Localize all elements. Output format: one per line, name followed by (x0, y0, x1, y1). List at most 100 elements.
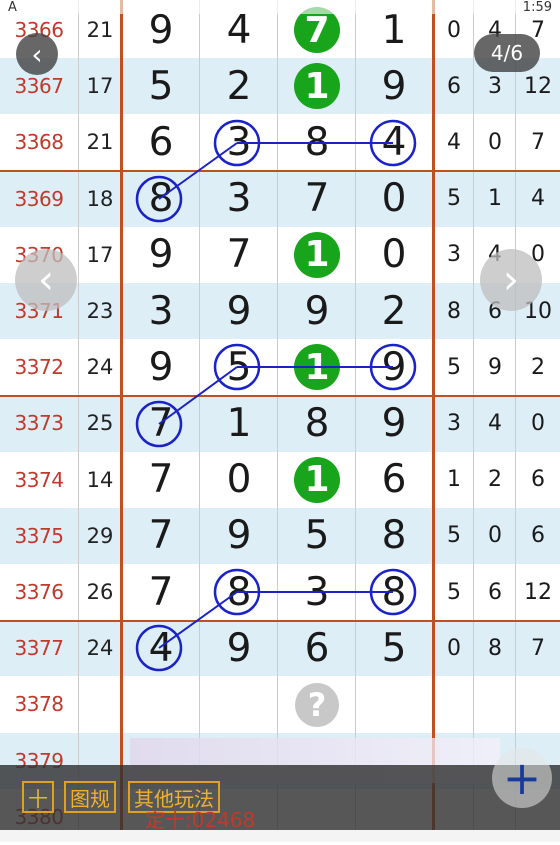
digit-cell: 5 (226, 344, 252, 390)
sum-value: 25 (86, 411, 114, 436)
group-divider (0, 170, 560, 172)
digit-cell: 3 (226, 176, 252, 222)
digit-cell (122, 676, 200, 732)
extra-value: 1 (488, 186, 502, 212)
extra-value (474, 676, 516, 732)
sum-value: 17 (86, 242, 114, 267)
column-divider (473, 0, 474, 842)
digit-cell: 3 (304, 569, 330, 615)
digit-cell: 6 (148, 119, 174, 165)
digit-cell: 9 (381, 400, 407, 446)
issue-number: 3376 (14, 580, 64, 605)
extra-value: 1 (447, 467, 461, 493)
sum-value: 14 (86, 467, 114, 492)
bottom-edge (0, 830, 560, 842)
digit-cell (356, 676, 432, 732)
digit-cell: 7 (226, 232, 252, 278)
extra-value: 4 (447, 129, 461, 155)
extra-value: 6 (531, 467, 545, 493)
digit-cell: 0 (381, 232, 407, 278)
digit-cell: 5 (304, 513, 330, 559)
digit-cell: 3 (226, 119, 252, 165)
prev-page-button[interactable]: ‹ (15, 249, 77, 311)
digit-cell: 9 (381, 63, 407, 109)
issue-number: 3369 (14, 186, 64, 211)
digit-cell: 8 (304, 400, 330, 446)
page-indicator: 4/6 (474, 34, 540, 72)
extra-value: 3 (447, 410, 461, 436)
extra-value: 8 (447, 298, 461, 324)
digit-cell: 8 (304, 119, 330, 165)
column-divider (515, 0, 516, 842)
extra-value: 7 (531, 129, 545, 155)
digit-cell: 4 (381, 119, 407, 165)
digit-cell: 7 (148, 457, 174, 503)
sum-value: 17 (86, 74, 114, 99)
digit-cell: 9 (226, 288, 252, 334)
digit-cell: 8 (148, 176, 174, 222)
sum-value: 24 (86, 355, 114, 380)
issue-number: 3368 (14, 130, 64, 155)
back-button[interactable]: ‹ (16, 33, 58, 75)
digit-cell (200, 676, 278, 732)
chart-rules-button[interactable]: 图规 (64, 781, 116, 813)
extra-value: 2 (531, 354, 545, 380)
extra-value (434, 676, 474, 732)
add-button[interactable]: + (492, 748, 552, 808)
extra-value: 4 (531, 186, 545, 212)
group-divider (0, 395, 560, 397)
digit-cell: 1 (226, 400, 252, 446)
issue-number: 3375 (14, 523, 64, 548)
extra-value: 9 (488, 354, 502, 380)
sum-value: 29 (86, 523, 114, 548)
digit-cell: 5 (381, 625, 407, 671)
extra-value: 3 (447, 242, 461, 268)
digit-cell: 9 (381, 344, 407, 390)
extra-value: 0 (488, 523, 502, 549)
highlight-ball: 1 (294, 231, 340, 278)
next-page-button[interactable]: › (480, 249, 542, 311)
group-divider (0, 620, 560, 622)
extra-value: 0 (447, 635, 461, 661)
digit-cell: 0 (226, 457, 252, 503)
digit-cell: 7 (148, 400, 174, 446)
digit-cell: 2 (226, 63, 252, 109)
extra-value: 5 (447, 523, 461, 549)
column-divider (120, 0, 123, 842)
digit-cell: 2 (381, 288, 407, 334)
digit-cell: 9 (148, 344, 174, 390)
extra-value: 12 (524, 579, 552, 605)
trend-chart-table: 3366 21 9 4 7 1 0 4 7 3367 17 5 2 1 9 6 3 12 3368 21 6 3 8 4 4 0 7… (0, 0, 560, 845)
sum-value: 26 (86, 580, 114, 605)
digit-cell: 7 (304, 176, 330, 222)
digit-cell: 8 (381, 513, 407, 559)
digit-cell: 8 (226, 569, 252, 615)
extra-value: 2 (488, 467, 502, 493)
column-divider (355, 0, 356, 842)
issue-number: 3377 (14, 636, 64, 661)
digit-cell: 4 (148, 625, 174, 671)
chevron-left-icon: ‹ (38, 257, 54, 303)
status-time: 1:59 (522, 0, 552, 15)
digit-cell: 9 (148, 232, 174, 278)
pending-icon: ? (295, 682, 339, 727)
column-divider (78, 0, 79, 842)
chevron-right-icon: › (503, 257, 519, 303)
issue-number: 3373 (14, 411, 64, 436)
extra-value: 8 (488, 635, 502, 661)
filter-summary-text: 定十:02468 (145, 808, 256, 832)
extra-value: 5 (447, 186, 461, 212)
extra-value: 6 (531, 523, 545, 549)
sum-value: 24 (86, 636, 114, 661)
plus-icon: + (502, 751, 542, 805)
issue-number: 3372 (14, 355, 64, 380)
extra-value: 0 (531, 410, 545, 436)
column-divider (432, 0, 435, 842)
ten-filter-button[interactable]: 十 (22, 781, 54, 813)
issue-number: 3374 (14, 467, 64, 492)
digit-cell: 9 (226, 625, 252, 671)
sum-value: 18 (86, 186, 114, 211)
highlight-ball: 1 (294, 456, 340, 503)
status-bar: A 1:59 (0, 0, 560, 15)
column-divider (277, 0, 278, 842)
